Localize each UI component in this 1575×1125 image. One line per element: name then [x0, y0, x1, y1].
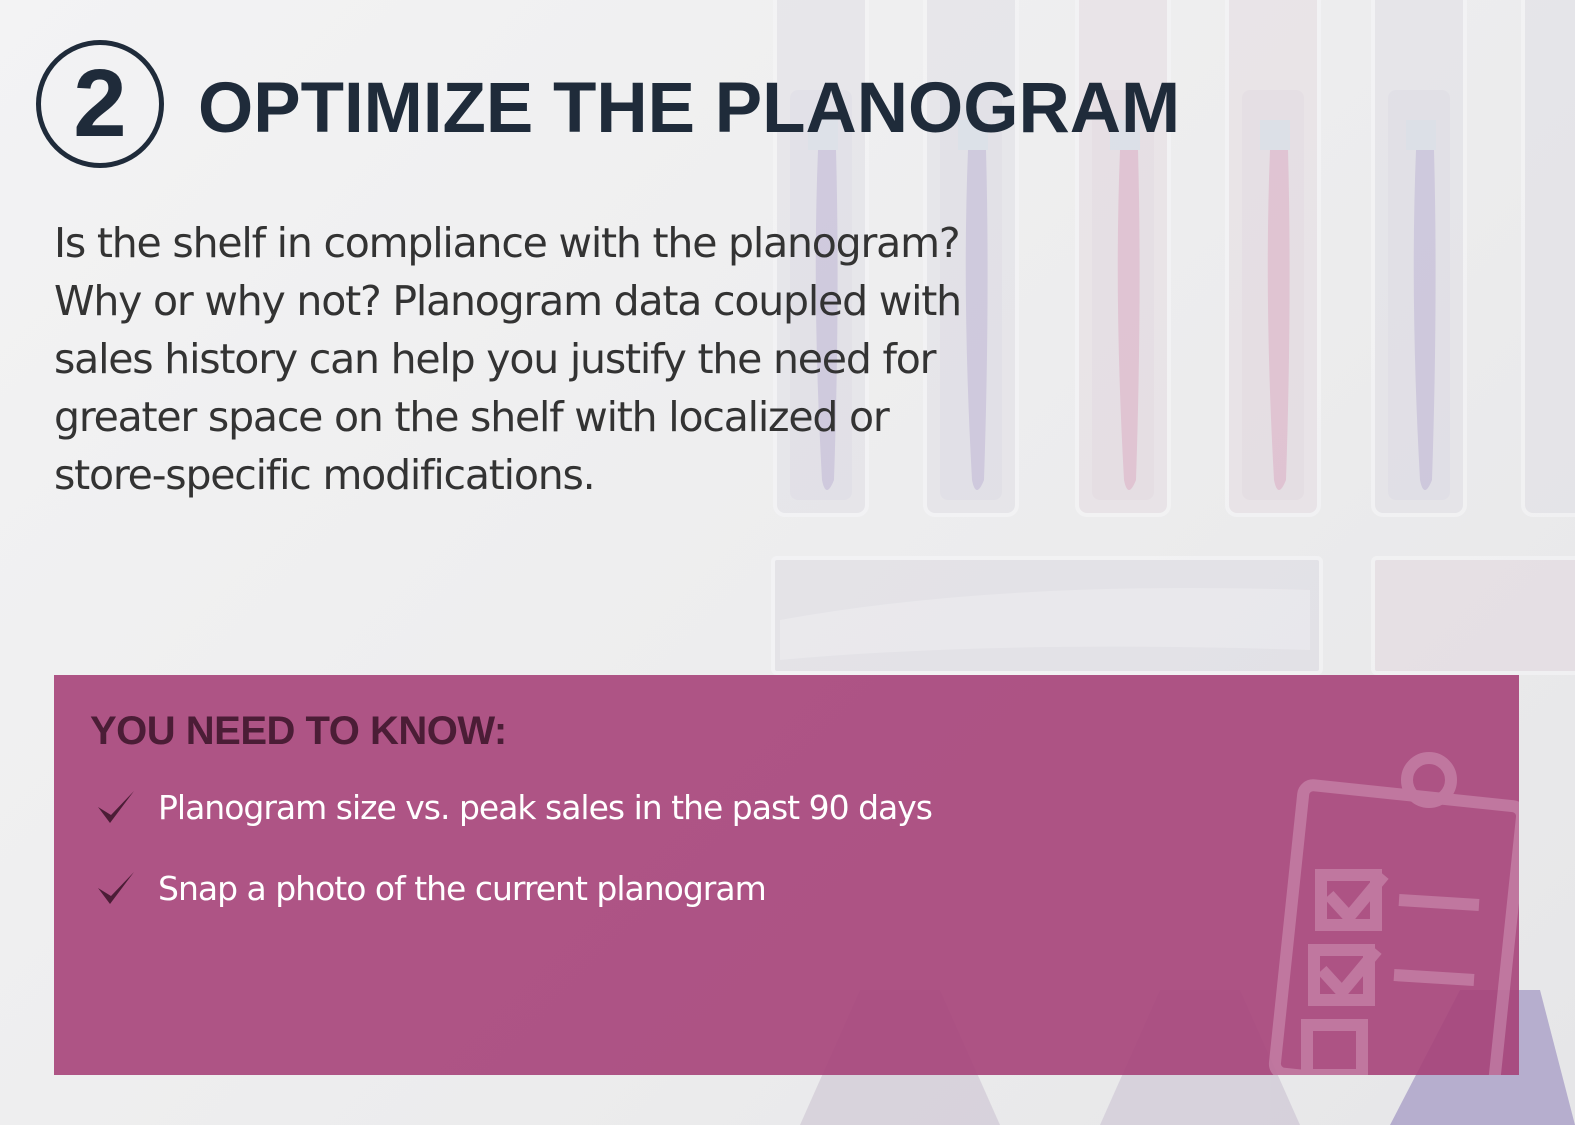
- checkmark-icon: [98, 872, 134, 904]
- intro-paragraph: Is the shelf in compliance with the plan…: [54, 214, 984, 504]
- clipboard-checklist-icon: [1268, 752, 1519, 1075]
- list-item: Snap a photo of the current planogram: [94, 868, 932, 908]
- intro-line: Why or why not? Planogram data coupled w…: [54, 277, 962, 325]
- intro-line: Is the shelf in compliance with the plan…: [54, 219, 961, 267]
- know-list: Planogram size vs. peak sales in the pas…: [94, 787, 933, 949]
- checkmark-icon: [98, 791, 134, 823]
- list-item-text: Snap a photo of the current planogram: [158, 868, 767, 908]
- intro-line: greater space on the shelf with localize…: [54, 393, 890, 441]
- toothbrush-package: [1371, 0, 1467, 517]
- step-number-icon: 2: [36, 40, 164, 168]
- intro-line: sales history can help you justify the n…: [54, 335, 936, 383]
- know-box-title: YOU NEED TO KNOW:: [90, 709, 507, 753]
- list-item: Planogram size vs. peak sales in the pas…: [94, 787, 933, 827]
- you-need-to-know-box: YOU NEED TO KNOW: Planogram size vs. pea…: [54, 675, 1519, 1075]
- step-number: 2: [73, 50, 127, 157]
- intro-line: store-specific modifications.: [54, 451, 596, 499]
- toothbrush-package: [1521, 0, 1575, 517]
- page-title: OPTIMIZE THE PLANOGRAM: [198, 69, 1181, 148]
- list-item-text: Planogram size vs. peak sales in the pas…: [158, 787, 933, 827]
- toothbrush-package: [1225, 0, 1321, 517]
